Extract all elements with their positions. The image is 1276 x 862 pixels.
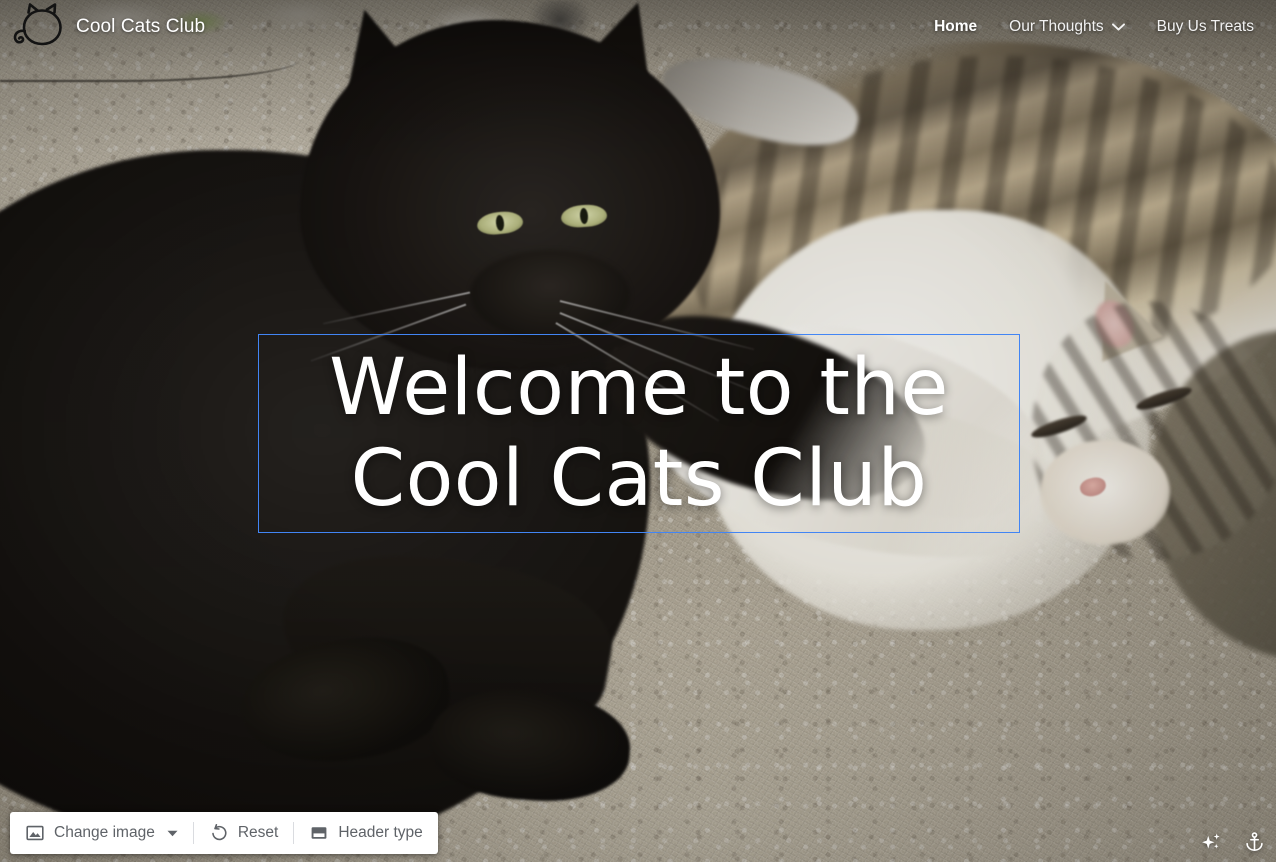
image-icon bbox=[26, 825, 44, 841]
page-root: Cool Cats Club Home Our Thoughts Buy Us … bbox=[0, 0, 1276, 862]
nav-item-home[interactable]: Home bbox=[934, 18, 977, 36]
brand-name: Cool Cats Club bbox=[76, 16, 206, 37]
anchor-icon[interactable] bbox=[1243, 831, 1266, 854]
caret-down-icon bbox=[167, 830, 178, 836]
toolbar-divider bbox=[192, 822, 194, 844]
site-header: Cool Cats Club Home Our Thoughts Buy Us … bbox=[0, 0, 1276, 54]
header-type-label: Header type bbox=[338, 824, 423, 841]
corner-tools bbox=[1200, 831, 1266, 854]
hero-heading-selection-box[interactable]: Welcome to the Cool Cats Club bbox=[258, 334, 1020, 533]
nav-item-home-label: Home bbox=[934, 18, 978, 35]
sparkles-icon[interactable] bbox=[1200, 831, 1223, 854]
header-type-button[interactable]: Header type bbox=[298, 816, 433, 850]
toolbar-divider bbox=[293, 822, 295, 844]
nav-item-buy-us-treats-label: Buy Us Treats bbox=[1156, 18, 1254, 35]
rotate-counterclockwise-icon bbox=[212, 824, 227, 841]
nav-item-our-thoughts[interactable]: Our Thoughts bbox=[1009, 18, 1125, 36]
primary-navigation: Home Our Thoughts Buy Us Treats bbox=[934, 18, 1254, 36]
brand[interactable]: Cool Cats Club bbox=[8, 2, 205, 52]
change-image-button[interactable]: Change image bbox=[14, 816, 189, 850]
reset-button[interactable]: Reset bbox=[198, 816, 290, 850]
nav-item-our-thoughts-label: Our Thoughts bbox=[1009, 18, 1104, 35]
cat-head-icon bbox=[13, 3, 62, 46]
chevron-down-icon bbox=[1111, 23, 1125, 31]
nav-item-buy-us-treats[interactable]: Buy Us Treats bbox=[1157, 18, 1254, 36]
header-layout-icon bbox=[311, 827, 327, 839]
reset-label: Reset bbox=[237, 824, 279, 841]
image-editor-toolbar: Change image Reset Header type bbox=[10, 812, 438, 854]
change-image-label: Change image bbox=[54, 824, 155, 841]
page-title[interactable]: Welcome to the Cool Cats Club bbox=[315, 343, 963, 524]
